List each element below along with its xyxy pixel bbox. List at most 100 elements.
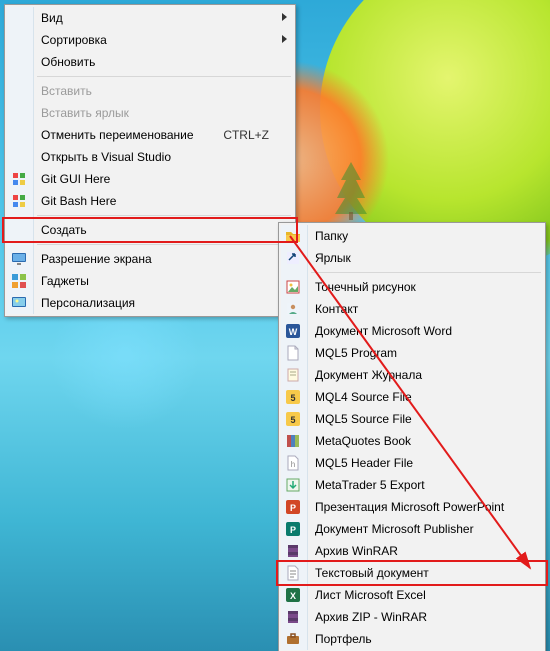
svg-text:5: 5 [290, 415, 295, 425]
svg-text:X: X [290, 591, 296, 601]
menu-item-label: Гаджеты [41, 274, 89, 288]
contact-icon [285, 301, 301, 317]
rar-icon [285, 609, 301, 625]
menu-item-label: Обновить [41, 55, 95, 69]
menu-item-label: Документ Журнала [315, 368, 422, 382]
menu-item-label: Персонализация [41, 296, 135, 310]
create-item-0[interactable]: Папку [309, 225, 543, 247]
menu-separator [37, 215, 291, 216]
book-icon [285, 433, 301, 449]
menu-item-label: MQL4 Source File [315, 390, 412, 404]
menu-item-shortcut: CTRL+Z [223, 124, 269, 146]
menu-separator [37, 76, 291, 77]
create-submenu: ПапкуЯрлыкТочечный рисунокКонтактWДокуме… [278, 222, 546, 651]
folder-icon [285, 228, 301, 244]
menu-item-label: Презентация Microsoft PowerPoint [315, 500, 504, 514]
menu-item-label: Папку [315, 229, 348, 243]
menu-item-label: Точечный рисунок [315, 280, 416, 294]
menu-item-label: Документ Microsoft Word [315, 324, 452, 338]
context-item-0[interactable]: Вид [35, 7, 293, 29]
menu-item-label: Вставить ярлык [41, 106, 129, 120]
personalize-icon [11, 295, 27, 311]
menu-item-label: Текстовый документ [315, 566, 429, 580]
context-item-11[interactable]: Создать [35, 219, 293, 241]
create-item-8[interactable]: 5MQL4 Source File [309, 386, 543, 408]
txt-icon [285, 565, 301, 581]
create-item-18[interactable]: Архив ZIP - WinRAR [309, 606, 543, 628]
file-icon [285, 345, 301, 361]
menu-item-label: Архив ZIP - WinRAR [315, 610, 427, 624]
menu-separator [311, 272, 541, 273]
journal-icon [285, 367, 301, 383]
shortcut-icon [285, 250, 301, 266]
create-item-7[interactable]: Документ Журнала [309, 364, 543, 386]
menu-item-label: Отменить переименование [41, 128, 194, 142]
menu-item-label: Лист Microsoft Excel [315, 588, 426, 602]
menu-item-label: Git GUI Here [41, 172, 110, 186]
xls-icon: X [285, 587, 301, 603]
create-item-11[interactable]: hMQL5 Header File [309, 452, 543, 474]
menu-item-label: Сортировка [41, 33, 107, 47]
mql-icon: 5 [285, 389, 301, 405]
menu-item-label: MetaTrader 5 Export [315, 478, 425, 492]
context-item-15[interactable]: Персонализация [35, 292, 293, 314]
svg-text:P: P [290, 525, 296, 535]
ppt-icon: P [285, 499, 301, 515]
menu-item-label: Документ Microsoft Publisher [315, 522, 474, 536]
svg-text:h: h [291, 460, 295, 469]
context-item-6[interactable]: Отменить переименование CTRL+Z [35, 124, 293, 146]
create-item-12[interactable]: MetaTrader 5 Export [309, 474, 543, 496]
desktop-context-menu: Вид Сортировка Обновить Вставить Вставить яр… [4, 4, 296, 317]
word-icon: W [285, 323, 301, 339]
svg-text:P: P [290, 503, 296, 513]
mql-icon: 5 [285, 411, 301, 427]
create-item-14[interactable]: PДокумент Microsoft Publisher [309, 518, 543, 540]
context-item-2[interactable]: Обновить [35, 51, 293, 73]
create-item-19[interactable]: Портфель [309, 628, 543, 650]
menu-item-label: Вставить [41, 84, 92, 98]
create-item-3[interactable]: Точечный рисунок [309, 276, 543, 298]
context-item-13[interactable]: Разрешение экрана [35, 248, 293, 270]
create-item-1[interactable]: Ярлык [309, 247, 543, 269]
svg-text:5: 5 [290, 393, 295, 403]
create-item-16[interactable]: Текстовый документ [309, 562, 543, 584]
create-item-15[interactable]: Архив WinRAR [309, 540, 543, 562]
context-item-8[interactable]: Git GUI Here [35, 168, 293, 190]
briefcase-icon [285, 631, 301, 647]
bmp-icon [285, 279, 301, 295]
create-item-13[interactable]: PПрезентация Microsoft PowerPoint [309, 496, 543, 518]
rar-icon [285, 543, 301, 559]
create-item-5[interactable]: WДокумент Microsoft Word [309, 320, 543, 342]
menu-item-label: Разрешение экрана [41, 252, 152, 266]
git-icon [11, 171, 27, 187]
svg-text:W: W [289, 327, 298, 337]
create-item-4[interactable]: Контакт [309, 298, 543, 320]
menu-separator [37, 244, 291, 245]
create-item-17[interactable]: XЛист Microsoft Excel [309, 584, 543, 606]
context-item-14[interactable]: Гаджеты [35, 270, 293, 292]
create-item-9[interactable]: 5MQL5 Source File [309, 408, 543, 430]
wallpaper-tree-icon [330, 160, 372, 220]
create-item-6[interactable]: MQL5 Program [309, 342, 543, 364]
menu-item-label: Открыть в Visual Studio [41, 150, 171, 164]
header-icon: h [285, 455, 301, 471]
menu-item-label: MQL5 Source File [315, 412, 412, 426]
menu-item-label: Вид [41, 11, 63, 25]
create-item-10[interactable]: MetaQuotes Book [309, 430, 543, 452]
submenu-arrow-icon [282, 13, 287, 21]
context-item-1[interactable]: Сортировка [35, 29, 293, 51]
menu-item-label: MetaQuotes Book [315, 434, 411, 448]
menu-item-label: MQL5 Program [315, 346, 397, 360]
context-item-7[interactable]: Открыть в Visual Studio [35, 146, 293, 168]
context-item-9[interactable]: Git Bash Here [35, 190, 293, 212]
screen-icon [11, 251, 27, 267]
submenu-arrow-icon [282, 35, 287, 43]
export-icon [285, 477, 301, 493]
gadgets-icon [11, 273, 27, 289]
menu-item-label: Портфель [315, 632, 372, 646]
git-icon [11, 193, 27, 209]
menu-item-label: Контакт [315, 302, 358, 316]
context-item-4: Вставить [35, 80, 293, 102]
menu-item-label: Ярлык [315, 251, 351, 265]
menu-icon-column [7, 7, 34, 314]
